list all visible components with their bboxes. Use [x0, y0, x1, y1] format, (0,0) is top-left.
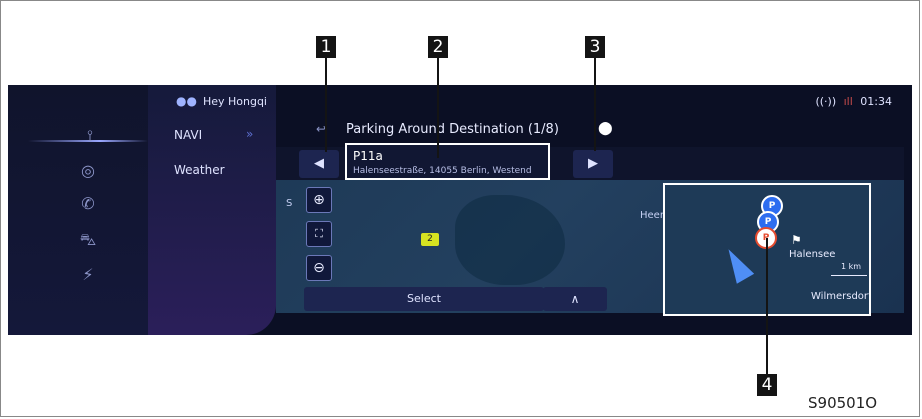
nav-item-weather[interactable]: Weather [174, 163, 225, 177]
expand-button[interactable]: ∧ [543, 287, 607, 311]
speedometer-icon[interactable]: ◎ [77, 160, 99, 182]
next-result-button[interactable]: ▶ [573, 150, 613, 178]
page-title: Parking Around Destination (1/8) [346, 122, 559, 137]
charging-icon[interactable]: ⚡ [77, 264, 99, 286]
destination-name: P11a [353, 149, 383, 163]
callout-3-line [594, 58, 596, 151]
previous-result-button[interactable]: ◀ [299, 150, 339, 178]
chevron-right-icon: » [246, 127, 254, 141]
destination-flag-icon: ⚑ [791, 233, 802, 247]
pin-icon[interactable]: ⬤ [598, 121, 613, 136]
callout-4-line [766, 238, 768, 374]
voice-assistant[interactable]: ●● Hey Hongqi [176, 94, 267, 108]
destination-address: Halenseestraße, 14055 Berlin, Westend [353, 166, 532, 176]
destination-card[interactable]: P11a Halenseestraße, 14055 Berlin, Weste… [345, 143, 550, 180]
vehicle-position-icon [719, 244, 755, 284]
status-bar: ((·)) ıll 01:34 [815, 95, 892, 108]
navigation-icon[interactable]: ⟟ [79, 125, 101, 147]
callout-3: 3 [585, 36, 605, 58]
zoom-in-button[interactable]: ⊕ [306, 187, 332, 213]
voice-assistant-icon: ●● [176, 94, 197, 108]
overview-district-label: Wilmersdorf [811, 291, 871, 302]
scale-label: 1 km [841, 262, 862, 271]
callout-1: 1 [316, 36, 336, 58]
select-button[interactable]: Select [304, 287, 544, 311]
callout-2: 2 [428, 36, 448, 58]
voice-assistant-label: Hey Hongqi [202, 95, 267, 108]
nav-panel [148, 85, 276, 335]
map-label: S [286, 198, 293, 209]
phone-icon[interactable]: ✆ [77, 193, 99, 215]
callout-1-line [325, 58, 327, 152]
car-icon[interactable]: ⛍ [77, 229, 99, 251]
nav-item-navi[interactable]: NAVI [174, 128, 202, 142]
callout-2-line [437, 58, 439, 158]
callout-4: 4 [757, 374, 777, 396]
map-marker[interactable]: 2 [421, 233, 439, 246]
scale-bar [831, 275, 867, 276]
clock: 01:34 [860, 95, 892, 108]
fullscreen-button[interactable]: ⛶ [306, 221, 332, 247]
figure-id: S90501O [808, 394, 878, 412]
overview-place-label: Halensee [789, 249, 836, 260]
wifi-icon: ((·)) [815, 95, 837, 108]
signal-icon: ıll [843, 95, 853, 108]
zoom-out-button[interactable]: ⊖ [306, 255, 332, 281]
